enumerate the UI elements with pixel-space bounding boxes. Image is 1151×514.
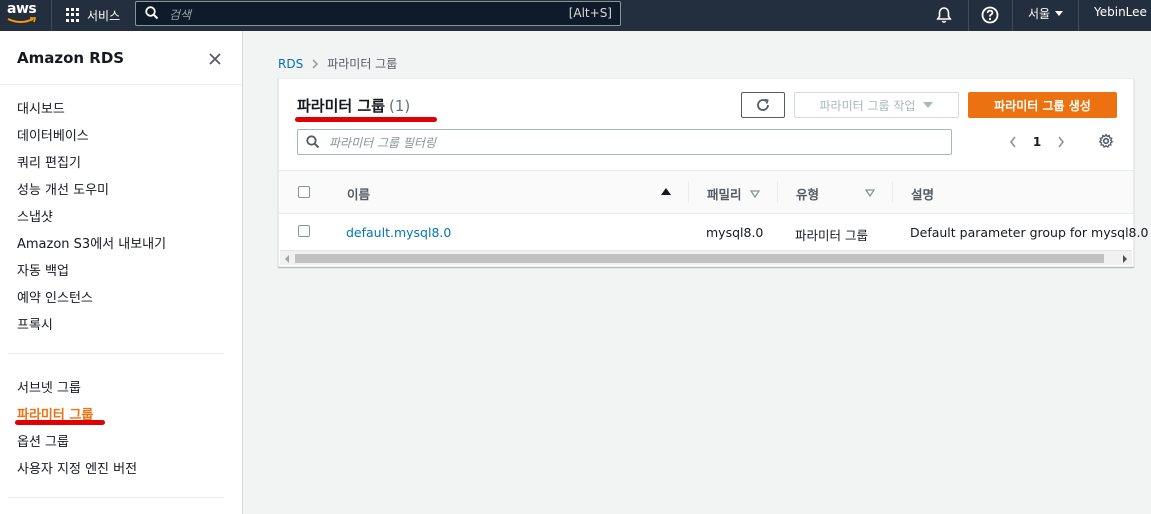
family-cell: mysql8.0 xyxy=(706,225,764,240)
bell-icon[interactable] xyxy=(934,5,954,25)
panel-title-text: 파라미터 그룹 xyxy=(297,97,386,115)
column-header-type[interactable]: 유형 xyxy=(796,184,819,203)
column-divider xyxy=(892,181,893,203)
table-header: 이름 패밀리 유형 설명 xyxy=(279,170,1133,214)
column-header-name[interactable]: 이름 xyxy=(347,184,370,203)
chevron-left-icon xyxy=(1009,136,1016,148)
gear-icon[interactable] xyxy=(1098,133,1114,149)
sidebar-item-databases[interactable]: 데이터베이스 xyxy=(17,125,89,144)
caret-down-icon xyxy=(1055,11,1064,16)
aws-logo-text: aws xyxy=(7,1,37,17)
description-cell: Default parameter group for mysql8.0 xyxy=(910,225,1149,240)
sidebar-title: Amazon RDS xyxy=(17,49,125,67)
account-menu[interactable]: YebinLee xyxy=(1094,5,1147,19)
sidebar-item-option-groups[interactable]: 옵션 그룹 xyxy=(17,431,69,450)
sidebar-divider xyxy=(8,353,224,354)
previous-page-button[interactable] xyxy=(1001,132,1025,152)
pagination: 1 xyxy=(1001,132,1073,152)
services-menu-button[interactable]: 서비스 xyxy=(66,4,120,26)
aws-logo[interactable]: aws xyxy=(5,1,41,28)
sort-icon xyxy=(749,189,760,198)
annotation-underline xyxy=(15,420,105,425)
type-cell: 파라미터 그룹 xyxy=(795,228,868,243)
nav-divider xyxy=(51,0,52,31)
caret-down-icon xyxy=(923,102,934,108)
sidebar-divider xyxy=(0,84,242,85)
nav-divider xyxy=(1012,0,1013,31)
search-icon xyxy=(306,135,320,149)
help-icon[interactable] xyxy=(980,5,1000,25)
top-navigation: aws 서비스 검색 [Alt+S] 서울 YebinLee xyxy=(0,0,1151,31)
nav-divider xyxy=(968,0,969,31)
parameter-groups-panel: 파라미터 그룹 (1) 파라미터 그룹 작업 파라미터 그룹 생성 파라미터 그룹… xyxy=(278,78,1148,267)
sidebar-item-custom-engine-versions[interactable]: 사용자 지정 엔진 버전 xyxy=(17,458,137,477)
sidebar-item-query-editor[interactable]: 쿼리 편집기 xyxy=(17,152,81,171)
next-page-button[interactable] xyxy=(1049,132,1073,152)
sort-ascending-icon[interactable] xyxy=(661,188,671,195)
sidebar-item-subnet-groups[interactable]: 서브넷 그룹 xyxy=(17,377,81,396)
sidebar-item-automated-backups[interactable]: 자동 백업 xyxy=(17,260,69,279)
scroll-right-arrow-icon[interactable] xyxy=(1123,255,1127,263)
annotation-underline xyxy=(295,117,437,122)
actions-label: 파라미터 그룹 작업 xyxy=(819,98,916,113)
chevron-right-icon xyxy=(312,59,319,68)
row-checkbox[interactable] xyxy=(298,225,310,237)
sidebar: Amazon RDS 대시보드 데이터베이스 쿼리 편집기 성능 개선 도우미 … xyxy=(0,31,243,514)
close-icon[interactable] xyxy=(207,51,223,67)
user-label: YebinLee xyxy=(1094,5,1147,19)
create-parameter-group-button[interactable]: 파라미터 그룹 생성 xyxy=(968,92,1117,118)
breadcrumb-current: 파라미터 그룹 xyxy=(327,57,398,71)
filter-placeholder: 파라미터 그룹 필터링 xyxy=(329,136,436,150)
region-label: 서울 xyxy=(1028,7,1051,21)
grid-icon xyxy=(66,8,80,22)
search-placeholder: 검색 xyxy=(169,8,192,22)
page-title: 파라미터 그룹 (1) xyxy=(297,95,410,116)
region-selector[interactable]: 서울 xyxy=(1028,5,1064,22)
page-number[interactable]: 1 xyxy=(1025,135,1049,149)
sidebar-item-proxies[interactable]: 프록시 xyxy=(17,314,53,333)
search-shortcut: [Alt+S] xyxy=(568,6,612,20)
refresh-icon xyxy=(757,98,769,111)
chevron-right-icon xyxy=(1058,136,1065,148)
breadcrumb-rds-link[interactable]: RDS xyxy=(278,57,303,71)
column-header-family[interactable]: 패밀리 xyxy=(707,184,760,203)
sidebar-item-reserved-instances[interactable]: 예약 인스턴스 xyxy=(17,287,93,306)
sidebar-item-snapshots[interactable]: 스냅샷 xyxy=(17,206,53,225)
search-icon xyxy=(145,6,159,20)
sidebar-item-s3-exports[interactable]: Amazon S3에서 내보내기 xyxy=(17,233,166,252)
filter-input[interactable]: 파라미터 그룹 필터링 xyxy=(297,129,952,155)
table-row[interactable]: default.mysql8.0 mysql8.0 파라미터 그룹 Defaul… xyxy=(279,215,1148,249)
scrollbar-thumb[interactable] xyxy=(295,254,1104,263)
parameter-group-actions-button[interactable]: 파라미터 그룹 작업 xyxy=(794,92,959,118)
aws-smile-icon xyxy=(7,17,37,23)
refresh-button[interactable] xyxy=(741,92,785,118)
parameter-group-name-link[interactable]: default.mysql8.0 xyxy=(346,225,451,240)
nav-divider xyxy=(1078,0,1079,31)
sidebar-item-dashboard[interactable]: 대시보드 xyxy=(17,98,65,117)
column-header-description[interactable]: 설명 xyxy=(911,184,934,203)
sort-icon[interactable] xyxy=(865,189,875,197)
sidebar-item-performance-insights[interactable]: 성능 개선 도우미 xyxy=(17,179,109,198)
horizontal-scrollbar[interactable] xyxy=(280,250,1132,265)
scroll-left-arrow-icon[interactable] xyxy=(285,255,289,263)
column-header-label: 유형 xyxy=(796,187,820,202)
column-divider xyxy=(777,181,778,203)
select-all-checkbox[interactable] xyxy=(298,186,310,198)
search-input[interactable]: 검색 [Alt+S] xyxy=(135,1,621,26)
column-header-label: 이름 xyxy=(347,187,371,202)
sidebar-divider xyxy=(8,497,224,498)
breadcrumb: RDS 파라미터 그룹 xyxy=(278,55,397,72)
column-header-label: 설명 xyxy=(911,187,935,202)
column-header-label: 패밀리 xyxy=(707,187,742,202)
services-label: 서비스 xyxy=(87,8,121,23)
panel-count: (1) xyxy=(389,97,411,115)
column-divider xyxy=(688,181,689,203)
